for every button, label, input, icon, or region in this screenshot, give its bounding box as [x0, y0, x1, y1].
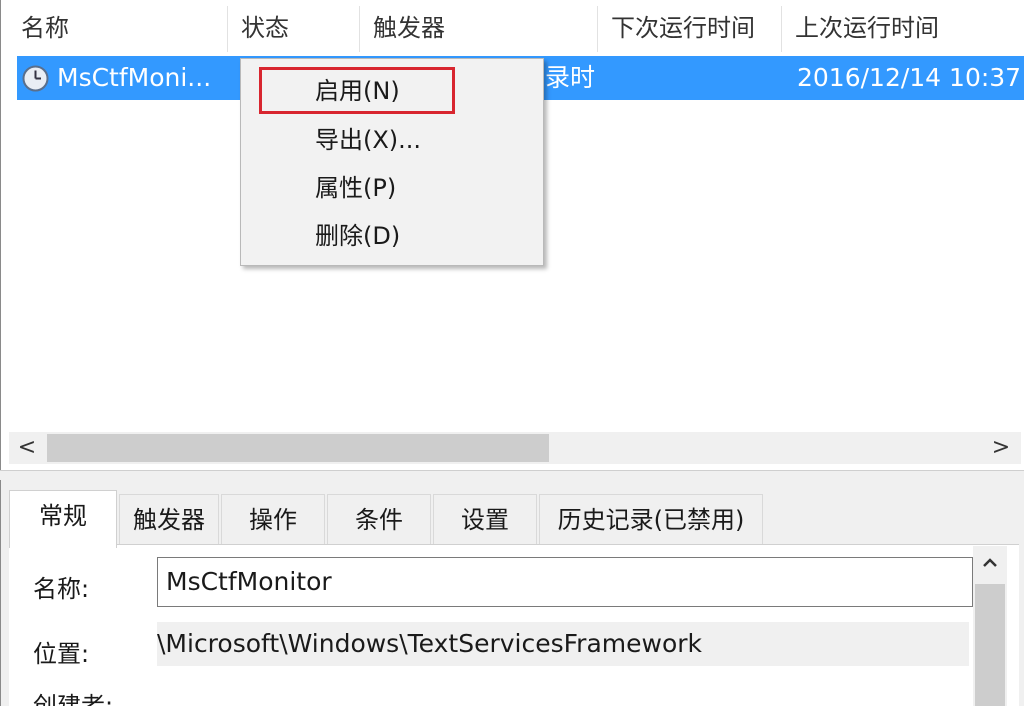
tab-general[interactable]: 常规 — [9, 490, 117, 548]
column-separator[interactable] — [227, 6, 228, 52]
author-label: 创建者: — [33, 692, 114, 706]
chevron-up-icon[interactable] — [973, 546, 1007, 580]
vertical-scrollbar[interactable] — [973, 546, 1007, 706]
column-status[interactable]: 状态 — [241, 0, 289, 56]
column-separator[interactable] — [781, 6, 782, 52]
column-last-run[interactable]: 上次运行时间 — [795, 0, 939, 56]
column-separator[interactable] — [359, 6, 360, 52]
tab-actions[interactable]: 操作 — [221, 494, 325, 546]
tab-triggers[interactable]: 触发器 — [119, 494, 219, 546]
column-header: 名称 状态 触发器 下次运行时间 上次运行时间 — [1, 0, 1024, 56]
details-pane: 常规 触发器 操作 条件 设置 历史记录(已禁用) 名称: MsCtfMonit… — [0, 480, 1024, 706]
pane-splitter[interactable] — [0, 470, 1024, 480]
name-label: 名称: — [33, 575, 90, 603]
chevron-left-icon[interactable]: < — [11, 432, 43, 464]
menu-item-delete[interactable]: 删除(D) — [315, 214, 400, 258]
horizontal-scrollbar[interactable]: < > — [9, 432, 1021, 464]
column-next-run[interactable]: 下次运行时间 — [611, 0, 755, 56]
vertical-scroll-thumb[interactable] — [975, 584, 1005, 706]
tab-history[interactable]: 历史记录(已禁用) — [539, 494, 763, 546]
task-name: MsCtfMoni... — [57, 63, 212, 92]
column-name[interactable]: 名称 — [21, 0, 69, 56]
location-label: 位置: — [33, 640, 90, 668]
context-menu: 启用(N) 导出(X)... 属性(P) 删除(D) — [240, 58, 544, 266]
tab-settings[interactable]: 设置 — [433, 494, 537, 546]
tab-conditions[interactable]: 条件 — [327, 494, 431, 546]
column-separator[interactable] — [597, 6, 598, 52]
menu-item-enable[interactable]: 启用(N) — [315, 69, 400, 113]
name-field[interactable]: MsCtfMonitor — [157, 557, 973, 607]
menu-item-properties[interactable]: 属性(P) — [315, 166, 396, 210]
menu-item-export[interactable]: 导出(X)... — [315, 118, 421, 162]
task-trigger: 录时 — [545, 63, 596, 92]
task-last-run: 2016/12/14 10:37 — [797, 63, 1022, 92]
chevron-right-icon[interactable]: > — [985, 432, 1017, 464]
clock-icon — [22, 65, 49, 92]
column-triggers[interactable]: 触发器 — [373, 0, 445, 56]
horizontal-scroll-thumb[interactable] — [47, 434, 549, 462]
tab-strip: 常规 触发器 操作 条件 设置 历史记录(已禁用) — [9, 490, 1019, 548]
location-value: \Microsoft\Windows\TextServicesFramework — [157, 622, 969, 666]
